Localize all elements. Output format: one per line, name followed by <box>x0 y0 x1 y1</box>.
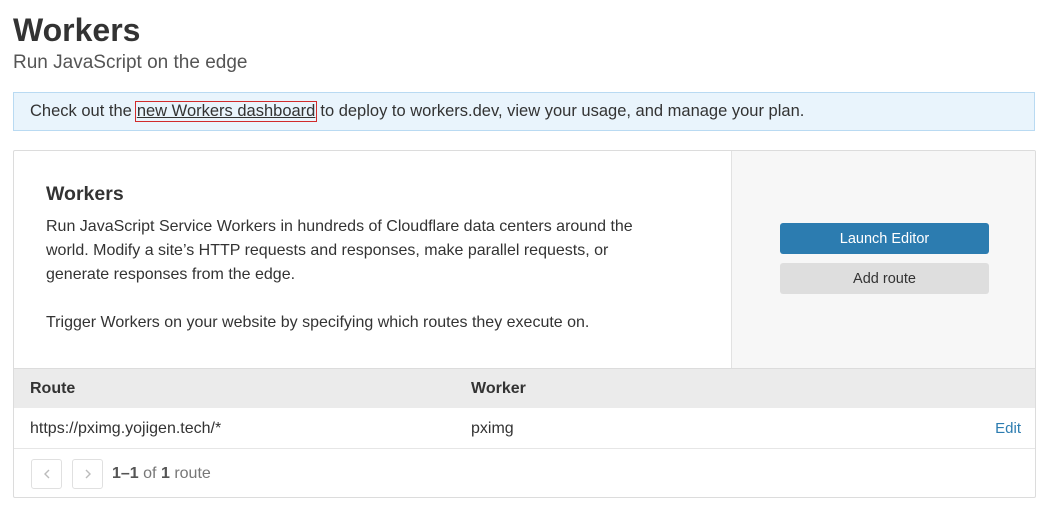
pagination-total: 1 <box>160 465 170 482</box>
info-description-line: world. Modify a site’s HTTP requests and… <box>46 242 609 259</box>
actions-panel: Launch Editor Add route <box>731 151 1035 368</box>
info-title: Workers <box>46 183 124 205</box>
info-description: Run JavaScript Service Workers in hundre… <box>46 215 706 287</box>
next-page-button[interactable] <box>72 459 103 489</box>
banner-suffix: to deploy to workers.dev, view your usag… <box>320 102 805 120</box>
launch-editor-button[interactable]: Launch Editor <box>780 223 989 254</box>
worker-cell: pximg <box>471 420 514 437</box>
column-header-route: Route <box>30 380 76 397</box>
pagination-of: of <box>143 465 157 482</box>
table-row: https://pximg.yojigen.tech/* pximg Edit <box>14 408 1035 449</box>
banner-prefix: Check out the <box>30 102 132 120</box>
workers-page: Workers Run JavaScript on the edge Check… <box>0 0 1051 512</box>
add-route-button[interactable]: Add route <box>780 263 989 294</box>
info-description-line: Run JavaScript Service Workers in hundre… <box>46 218 633 235</box>
edit-route-link[interactable]: Edit <box>995 408 1021 449</box>
info-banner: Check out the new Workers dashboard to d… <box>13 92 1035 131</box>
workers-info: Workers Run JavaScript Service Workers i… <box>46 181 706 335</box>
routes-table-header: Route Worker <box>14 368 1035 408</box>
pagination-summary: 1–1 of 1 route <box>112 459 211 489</box>
route-cell: https://pximg.yojigen.tech/* <box>30 420 222 437</box>
new-dashboard-link[interactable]: new Workers dashboard <box>134 101 318 122</box>
prev-page-button[interactable] <box>31 459 62 489</box>
pagination-range: 1–1 <box>112 465 139 482</box>
column-header-worker: Worker <box>471 380 526 397</box>
info-description-routes: Trigger Workers on your website by speci… <box>46 314 590 331</box>
workers-card: Workers Run JavaScript Service Workers i… <box>13 150 1036 498</box>
page-title: Workers <box>13 12 141 48</box>
pagination-unit: route <box>174 465 211 482</box>
info-description-line: generate responses from the edge. <box>46 266 296 283</box>
card-header: Workers Run JavaScript Service Workers i… <box>14 151 1035 368</box>
chevron-left-icon <box>43 469 49 479</box>
page-subtitle: Run JavaScript on the edge <box>13 52 248 73</box>
pagination: 1–1 of 1 route <box>14 449 1035 497</box>
chevron-right-icon <box>85 469 91 479</box>
